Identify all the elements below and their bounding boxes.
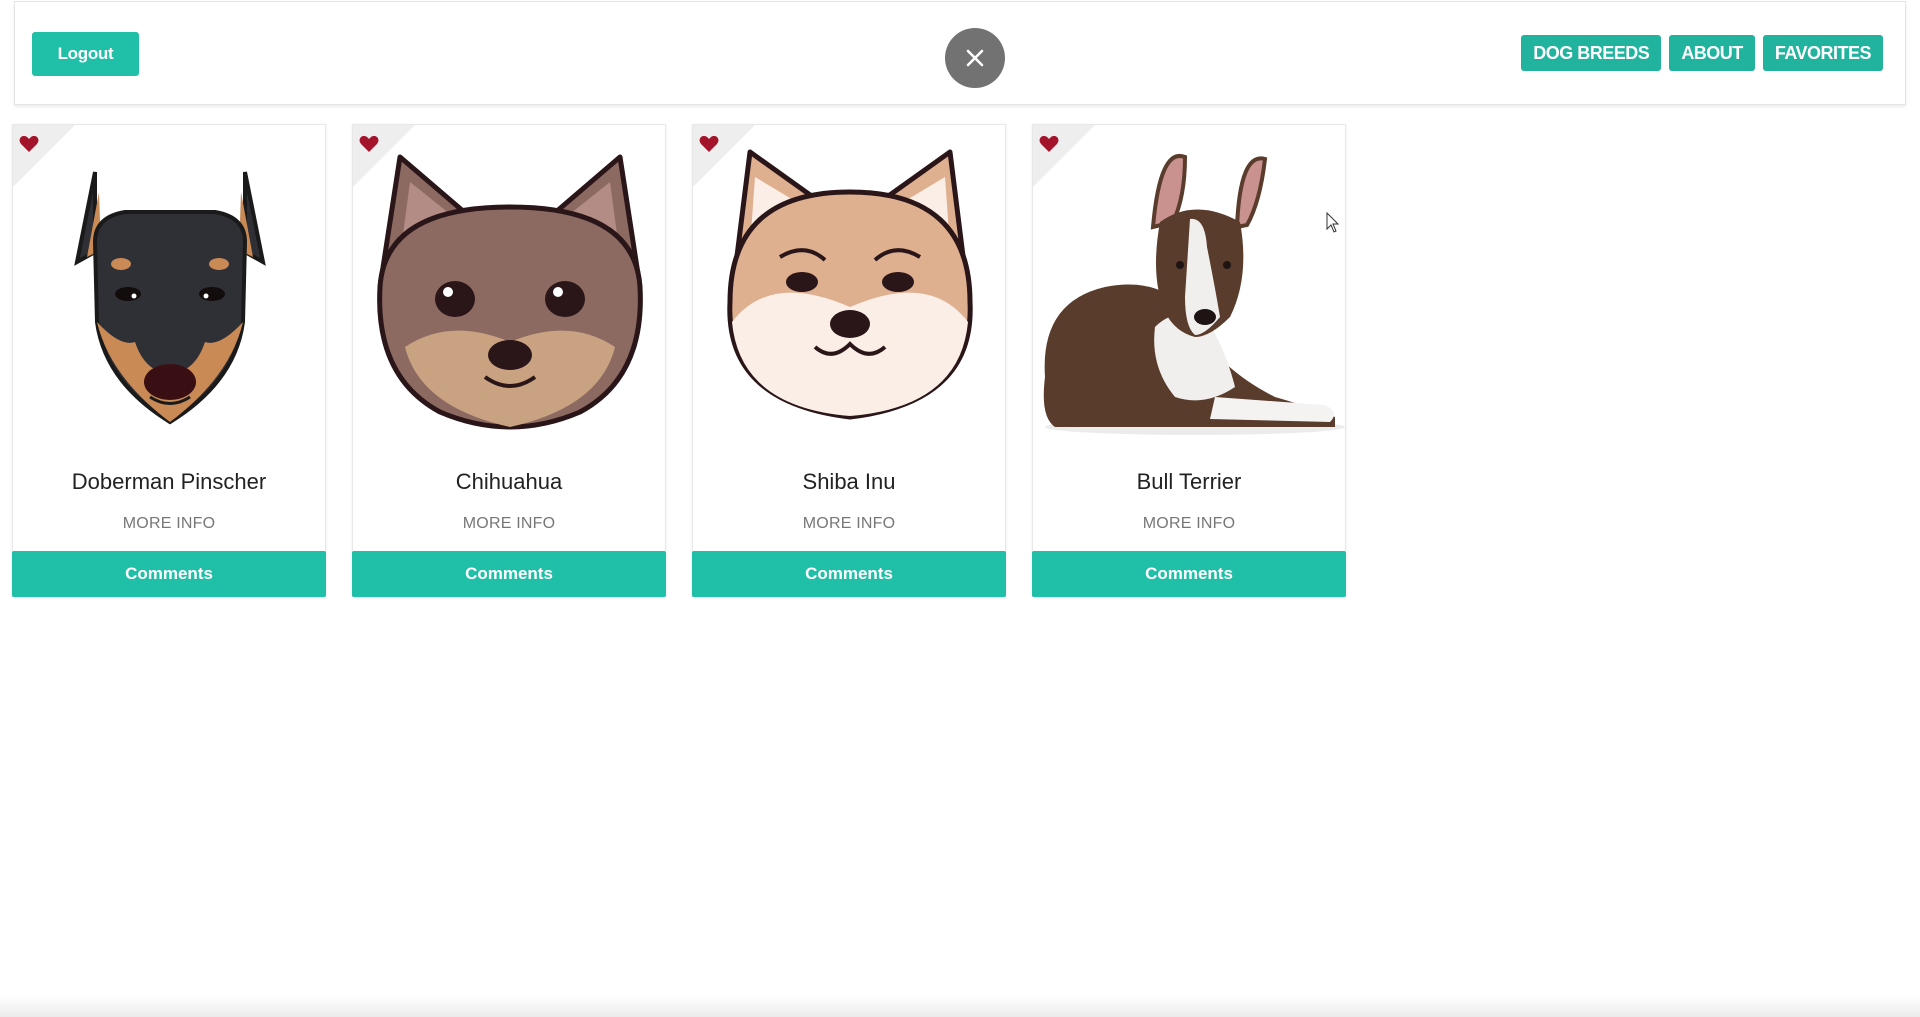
more-info-link[interactable]: MORE INFO [1033,515,1345,533]
breed-card: Doberman Pinscher MORE INFO Comments [12,124,326,597]
bottom-edge [0,995,1920,1017]
close-button[interactable] [945,28,1005,88]
breed-card-grid: Doberman Pinscher MORE INFO Comments Chi… [12,124,1346,597]
comments-button[interactable]: Comments [1032,551,1346,597]
heart-icon[interactable] [699,135,719,153]
logout-button[interactable]: Logout [32,32,139,76]
close-icon [966,49,984,67]
top-navbar: Logout DOG BREEDS ABOUT FAVORITES [14,1,1906,105]
breed-card: Chihuahua MORE INFO Comments [352,124,666,597]
breed-card: Shiba Inu MORE INFO Comments [692,124,1006,597]
breed-name: Shiba Inu [802,469,896,494]
breed-name: Chihuahua [455,469,563,494]
heart-icon[interactable] [359,135,379,153]
breed-name: Doberman Pinscher [71,469,267,494]
nav-about-button[interactable]: ABOUT [1669,35,1755,71]
comments-button[interactable]: Comments [692,551,1006,597]
main-nav: DOG BREEDS ABOUT FAVORITES [1521,35,1883,71]
nav-dog-breeds-button[interactable]: DOG BREEDS [1521,35,1662,71]
heart-icon[interactable] [1039,135,1059,153]
breed-name: Bull Terrier [1136,469,1242,494]
more-info-link[interactable]: MORE INFO [13,515,325,533]
heart-icon[interactable] [19,135,39,153]
comments-button[interactable]: Comments [352,551,666,597]
nav-favorites-button[interactable]: FAVORITES [1762,35,1883,71]
more-info-link[interactable]: MORE INFO [693,515,1005,533]
more-info-link[interactable]: MORE INFO [353,515,665,533]
comments-button[interactable]: Comments [12,551,326,597]
app-page: Logout DOG BREEDS ABOUT FAVORITES Doberm… [0,0,1920,1017]
mouse-cursor-icon [1326,212,1340,233]
breed-card: Bull Terrier MORE INFO Comments [1032,124,1346,597]
